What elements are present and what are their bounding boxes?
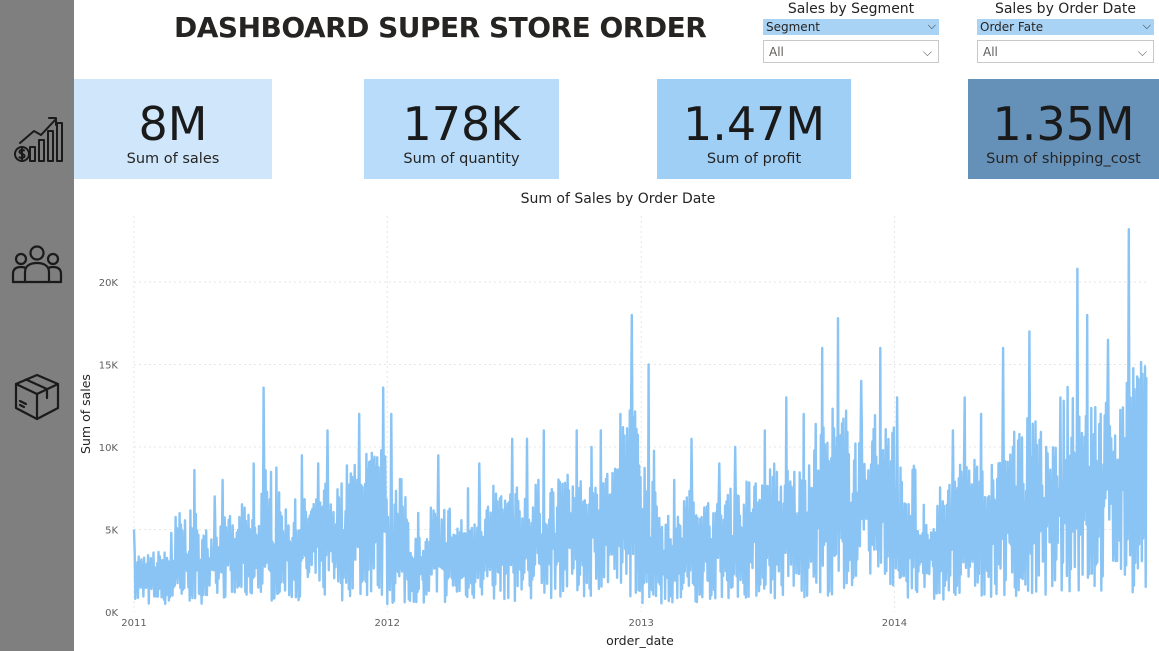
sales-growth-icon[interactable]: [10, 113, 64, 167]
order-date-slicer-field: Order Fate: [980, 20, 1044, 34]
kpi-label: Sum of quantity: [403, 151, 520, 167]
x-tick-label: 2012: [375, 618, 400, 629]
customers-icon[interactable]: [10, 238, 64, 292]
y-axis-label: Sum of sales: [78, 374, 93, 454]
kpi-value: 1.47M: [682, 97, 826, 151]
chevron-down-icon[interactable]: ⌵: [1138, 41, 1147, 64]
kpi-card-shipping-cost: 1.35M Sum of shipping_cost: [968, 79, 1159, 179]
order-date-slicer: Sales by Order Date Order Fate ⌵ All ⌵: [977, 0, 1154, 63]
sidebar: [0, 0, 74, 651]
chevron-down-icon[interactable]: ⌵: [1143, 18, 1151, 34]
segment-slicer-title: Sales by Segment: [787, 1, 915, 17]
y-tick-label: 5K: [105, 526, 118, 537]
chart-title: Sum of Sales by Order Date: [521, 191, 716, 207]
kpi-label: Sum of sales: [126, 151, 220, 167]
kpi-label: Sum of shipping_cost: [986, 151, 1141, 167]
chevron-down-icon[interactable]: ⌵: [923, 41, 932, 64]
sales-by-order-date-chart[interactable]: Sum of Sales by Order Date 0K 5K 10K 15K 20K…: [74, 186, 1159, 651]
kpi-card-quantity: 178K Sum of quantity: [364, 79, 559, 179]
x-axis-label: order_date: [606, 633, 674, 648]
kpi-card-sales: 8M Sum of sales: [74, 79, 272, 179]
y-tick-label: 10K: [99, 443, 119, 454]
chevron-down-icon[interactable]: ⌵: [928, 18, 936, 34]
segment-slicer-field: Segment: [766, 20, 820, 34]
order-date-slicer-title: Sales by Order Date: [994, 1, 1137, 17]
segment-slicer: Sales by Segment Segment ⌵ All ⌵: [763, 0, 939, 63]
y-tick-label: 15K: [99, 361, 119, 372]
series-sales[interactable]: [132, 228, 1148, 606]
order-date-dropdown[interactable]: All ⌵: [977, 40, 1154, 63]
series-line-sales[interactable]: [132, 228, 1148, 606]
x-tick-label: 2014: [882, 618, 907, 629]
kpi-value: 8M: [138, 97, 208, 151]
y-tick-label: 0K: [105, 608, 118, 619]
kpi-card-profit: 1.47M Sum of profit: [657, 79, 851, 179]
segment-slicer-header[interactable]: Segment ⌵: [763, 19, 939, 35]
x-tick-label: 2013: [628, 618, 653, 629]
page-title: DASHBOARD SUPER STORE ORDER: [174, 11, 707, 44]
kpi-value: 178K: [402, 97, 521, 151]
kpi-value: 1.35M: [992, 97, 1135, 151]
x-tick-label: 2011: [121, 618, 146, 629]
product-box-icon[interactable]: [10, 370, 64, 424]
kpi-label: Sum of profit: [706, 151, 802, 167]
order-date-slicer-header[interactable]: Order Fate ⌵: [977, 19, 1154, 35]
x-axis: 2011 2012 2013 2014: [121, 618, 907, 629]
order-date-dropdown-value: All: [983, 45, 998, 59]
y-axis: 0K 5K 10K 15K 20K: [99, 278, 119, 619]
segment-dropdown[interactable]: All ⌵: [763, 40, 939, 63]
y-tick-label: 20K: [99, 278, 119, 289]
segment-dropdown-value: All: [769, 45, 784, 59]
